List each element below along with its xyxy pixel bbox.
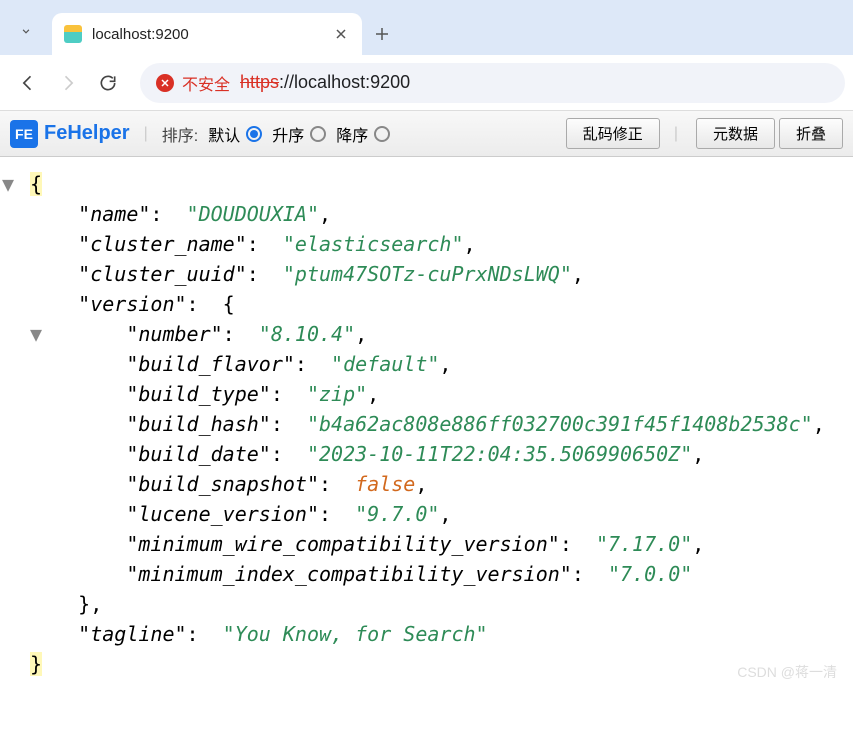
fix-encoding-button[interactable]: 乱码修正 xyxy=(566,118,660,149)
json-line: "build_type": "zip", xyxy=(0,379,853,409)
json-line: "number": "8.10.4", xyxy=(0,319,853,349)
tab-title: localhost:9200 xyxy=(92,26,332,43)
forward-button[interactable] xyxy=(48,63,88,103)
reload-icon xyxy=(98,73,118,93)
json-line: "build_snapshot": false, xyxy=(0,469,853,499)
radio-icon xyxy=(246,126,262,142)
arrow-left-icon xyxy=(18,73,38,93)
sort-asc-option[interactable]: 升序 xyxy=(272,122,326,146)
url-text: https://localhost:9200 xyxy=(240,72,410,93)
json-line: "version": { xyxy=(0,289,853,319)
brand-label: FeHelper xyxy=(44,122,130,145)
favicon-icon xyxy=(64,25,82,43)
json-line: "build_flavor": "default", xyxy=(0,349,853,379)
chevron-down-icon xyxy=(19,24,33,38)
new-tab-button[interactable] xyxy=(362,13,402,55)
sort-default-option[interactable]: 默认 xyxy=(208,122,262,146)
sort-desc-option[interactable]: 降序 xyxy=(336,122,390,146)
json-line: }, xyxy=(0,589,853,619)
json-line: "cluster_name": "elasticsearch", xyxy=(0,229,853,259)
plus-icon xyxy=(374,26,390,42)
collapse-button[interactable]: 折叠 xyxy=(779,118,843,149)
arrow-right-icon xyxy=(58,73,78,93)
watermark: CSDN @蒋一清 xyxy=(737,662,837,683)
json-line: "minimum_wire_compatibility_version": "7… xyxy=(0,529,853,559)
back-button[interactable] xyxy=(8,63,48,103)
tab-strip: localhost:9200 xyxy=(0,0,853,55)
json-line: "lucene_version": "9.7.0", xyxy=(0,499,853,529)
browser-tab[interactable]: localhost:9200 xyxy=(52,13,362,55)
insecure-label: 不安全 xyxy=(182,71,230,95)
radio-icon xyxy=(374,126,390,142)
reload-button[interactable] xyxy=(88,63,128,103)
insecure-icon xyxy=(156,74,174,92)
tabs-dropdown-button[interactable] xyxy=(10,15,42,47)
metadata-button[interactable]: 元数据 xyxy=(696,118,775,149)
json-line: "minimum_index_compatibility_version": "… xyxy=(0,559,853,589)
collapse-toggle[interactable]: ▼ xyxy=(30,319,42,349)
json-line: "cluster_uuid": "ptum47SOTz-cuPrxNDsLWQ"… xyxy=(0,259,853,289)
fehelper-logo-icon: FE xyxy=(10,120,38,148)
json-line: "tagline": "You Know, for Search" xyxy=(0,619,853,649)
json-line: "build_hash": "b4a62ac808e886ff032700c39… xyxy=(0,409,853,439)
json-viewer: ▼ { "name": "DOUDOUXIA", "cluster_name":… xyxy=(0,157,853,691)
address-bar[interactable]: 不安全 https://localhost:9200 xyxy=(140,63,845,103)
json-line: "build_date": "2023-10-11T22:04:35.50699… xyxy=(0,439,853,469)
sort-label: 排序: xyxy=(162,122,198,146)
close-icon xyxy=(335,28,347,40)
nav-bar: 不安全 https://localhost:9200 xyxy=(0,55,853,111)
json-line: { xyxy=(0,169,853,199)
collapse-toggle[interactable]: ▼ xyxy=(2,169,14,199)
tab-close-button[interactable] xyxy=(332,25,350,43)
radio-icon xyxy=(310,126,326,142)
fehelper-toolbar: FE FeHelper | 排序: 默认 升序 降序 乱码修正 | 元数据 折叠 xyxy=(0,111,853,157)
json-line: "name": "DOUDOUXIA", xyxy=(0,199,853,229)
json-line: } xyxy=(0,649,853,679)
